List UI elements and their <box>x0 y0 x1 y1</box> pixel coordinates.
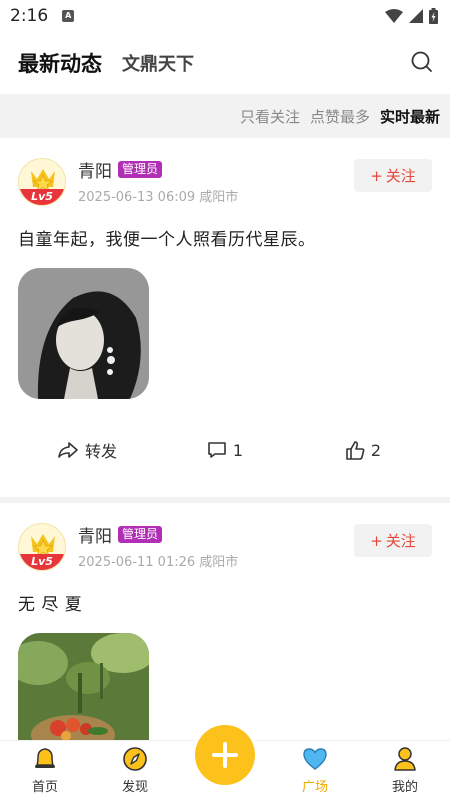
comment-count: 1 <box>232 440 244 460</box>
post-image[interactable] <box>18 268 149 399</box>
username[interactable]: 青阳 <box>78 522 112 547</box>
nav-discover[interactable]: 发现 <box>90 741 180 801</box>
filter-bar: 只看关注 点赞最多 实时最新 <box>0 94 450 138</box>
follow-label: 关注 <box>385 167 416 185</box>
level-badge: Lv5 <box>19 189 65 205</box>
like-button[interactable]: 2 <box>294 441 432 460</box>
nav-square[interactable]: 广场 <box>270 741 360 801</box>
username[interactable]: 青阳 <box>78 157 112 182</box>
post-actions: 转发 1 2 <box>18 399 432 481</box>
wifi-icon <box>385 9 403 23</box>
plus-icon <box>212 742 238 768</box>
filter-latest[interactable]: 实时最新 <box>380 106 440 127</box>
post-location: 咸阳市 <box>199 555 239 570</box>
post-date: 2025-06-13 06:09 <box>78 190 196 205</box>
bell-icon <box>35 748 55 768</box>
post-date: 2025-06-11 01:26 <box>78 555 196 570</box>
avatar[interactable]: Lv5 <box>18 523 66 571</box>
share-icon <box>58 442 78 458</box>
post-meta: 2025-06-11 01:26 咸阳市 <box>78 551 238 570</box>
plus-icon: + <box>370 166 383 185</box>
search-icon[interactable] <box>408 48 436 76</box>
admin-badge: 管理员 <box>118 525 163 543</box>
user-icon <box>394 747 416 771</box>
status-bar: 2:16 A <box>0 0 450 32</box>
nav-square-label: 广场 <box>301 780 328 795</box>
compass-icon <box>123 747 147 771</box>
follow-button[interactable]: + 关注 <box>354 159 432 192</box>
post-card: Lv5 青阳 管理员 2025-06-13 06:09 咸阳市 + 关注 自童年… <box>0 138 450 481</box>
level-badge: Lv5 <box>19 554 65 570</box>
tab-wending[interactable]: 文鼎天下 <box>122 50 194 76</box>
nav-home-label: 首页 <box>31 780 58 795</box>
portrait-photo <box>18 268 149 399</box>
signal-icon <box>409 9 423 23</box>
notification-icon: A <box>62 10 75 22</box>
share-button[interactable]: 转发 <box>18 438 156 462</box>
comment-button[interactable]: 1 <box>156 441 294 460</box>
top-bar: 最新动态 文鼎天下 <box>0 32 450 94</box>
filter-following[interactable]: 只看关注 <box>240 106 300 127</box>
post-location: 咸阳市 <box>199 190 239 205</box>
nav-mine[interactable]: 我的 <box>360 741 450 801</box>
like-count: 2 <box>370 440 382 460</box>
thumbs-up-icon <box>346 440 365 460</box>
post-meta: 2025-06-13 06:09 咸阳市 <box>78 186 238 205</box>
post-text: 自童年起，我便一个人照看历代星辰。 <box>18 230 316 250</box>
plus-icon: + <box>370 531 383 550</box>
avatar[interactable]: Lv5 <box>18 158 66 206</box>
admin-badge: 管理员 <box>118 160 163 178</box>
follow-button[interactable]: + 关注 <box>354 524 432 557</box>
heart-icon <box>303 748 327 770</box>
tab-latest[interactable]: 最新动态 <box>18 48 102 78</box>
bottom-nav: 首页 发现 广场 我的 <box>0 725 450 801</box>
follow-label: 关注 <box>385 532 416 550</box>
filter-most-liked[interactable]: 点赞最多 <box>310 106 370 127</box>
battery-icon <box>429 8 438 24</box>
create-post-button[interactable] <box>195 725 255 785</box>
nav-home[interactable]: 首页 <box>0 741 90 801</box>
nav-discover-label: 发现 <box>121 780 148 795</box>
post-text: 无 尽 夏 <box>18 595 83 615</box>
comment-icon <box>208 442 226 458</box>
status-time: 2:16 <box>10 6 49 26</box>
nav-mine-label: 我的 <box>391 780 418 795</box>
share-label: 转发 <box>84 442 117 461</box>
